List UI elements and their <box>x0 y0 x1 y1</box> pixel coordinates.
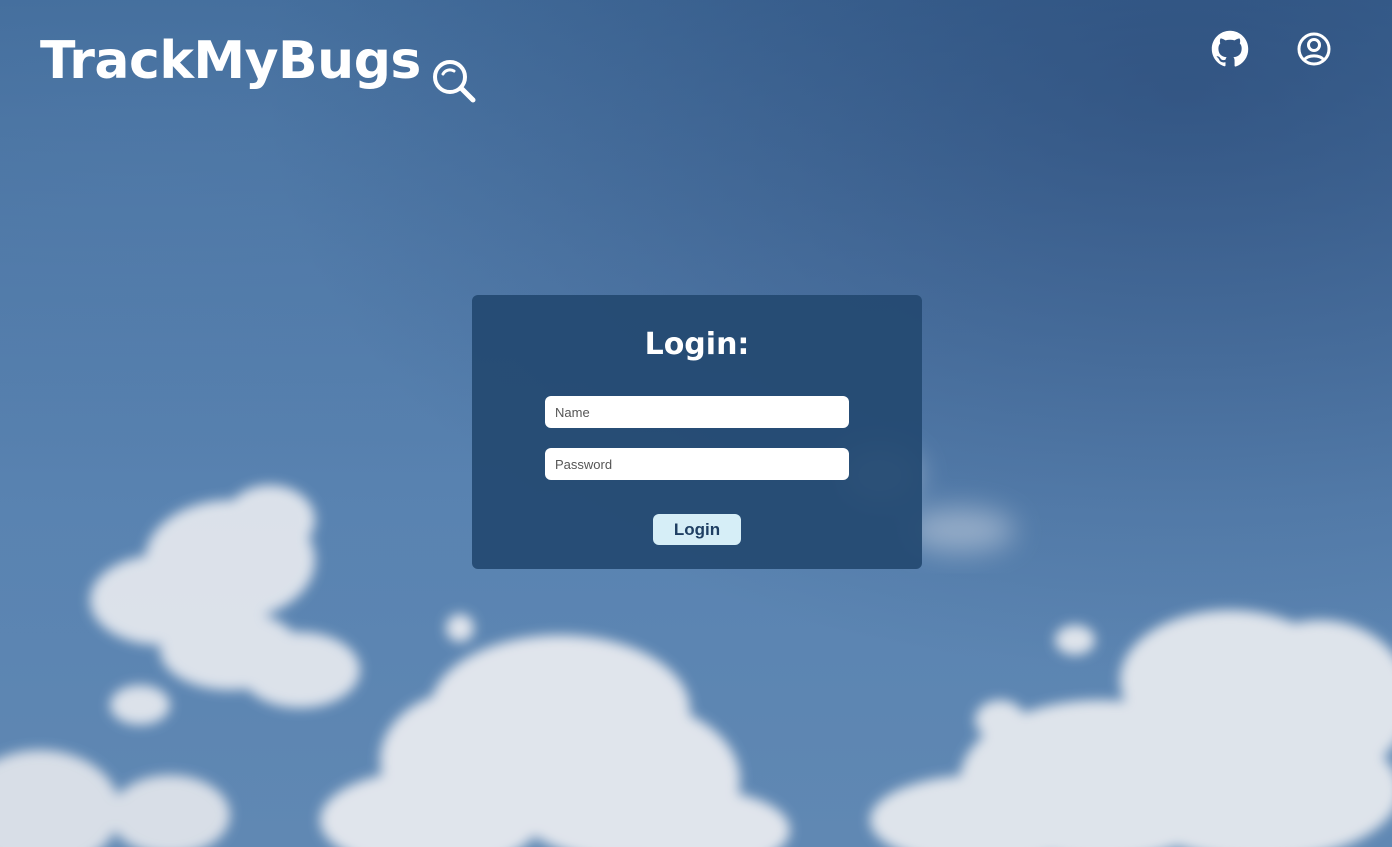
login-page: { "header": { "logo_text": "TrackMyBugs"… <box>0 0 1392 847</box>
login-card: Login: Login <box>472 295 922 569</box>
app-logo[interactable]: TrackMyBugs <box>40 28 479 106</box>
name-input[interactable] <box>545 396 849 428</box>
user-circle-icon[interactable] <box>1295 30 1333 68</box>
app-title: TrackMyBugs <box>40 31 421 91</box>
login-title: Login: <box>644 327 750 362</box>
github-icon[interactable] <box>1211 30 1249 68</box>
password-input[interactable] <box>545 448 849 480</box>
login-button[interactable]: Login <box>653 514 741 545</box>
magnifier-icon <box>432 60 476 103</box>
